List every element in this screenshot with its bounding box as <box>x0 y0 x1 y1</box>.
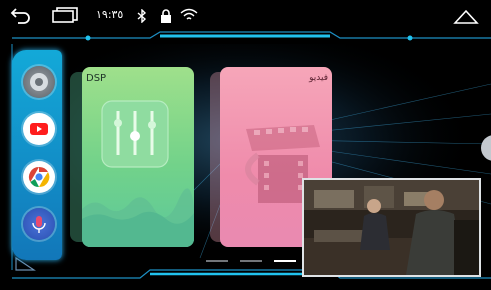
recents-icon[interactable] <box>52 7 78 23</box>
bluetooth-icon <box>137 9 147 23</box>
voice-assistant-app[interactable] <box>23 208 55 240</box>
home-icon[interactable] <box>453 7 479 25</box>
media-player-app[interactable] <box>23 66 55 98</box>
dsp-card[interactable]: DSP <box>82 67 194 247</box>
chrome-icon <box>28 166 50 188</box>
media-player-icon <box>30 73 48 91</box>
pip-video-player[interactable] <box>302 178 481 277</box>
youtube-icon <box>30 123 48 135</box>
back-icon[interactable] <box>10 6 32 24</box>
equalizer-icon <box>101 100 169 168</box>
wifi-icon <box>180 8 198 20</box>
dsp-wave-graphic <box>82 188 194 247</box>
pager-dot-3[interactable] <box>274 260 296 262</box>
lock-icon <box>161 9 171 23</box>
dsp-card-title: DSP <box>86 73 107 84</box>
video-card-title: فيديو <box>309 73 328 83</box>
status-bar: ١٩:٣٥ <box>0 0 491 30</box>
youtube-app[interactable] <box>23 113 55 145</box>
pip-video-frame <box>304 180 479 275</box>
chrome-app[interactable] <box>23 161 55 193</box>
pager-dot-1[interactable] <box>206 260 228 262</box>
status-clock: ١٩:٣٥ <box>96 8 124 21</box>
microphone-icon <box>32 216 46 233</box>
pager-dot-2[interactable] <box>240 260 262 262</box>
